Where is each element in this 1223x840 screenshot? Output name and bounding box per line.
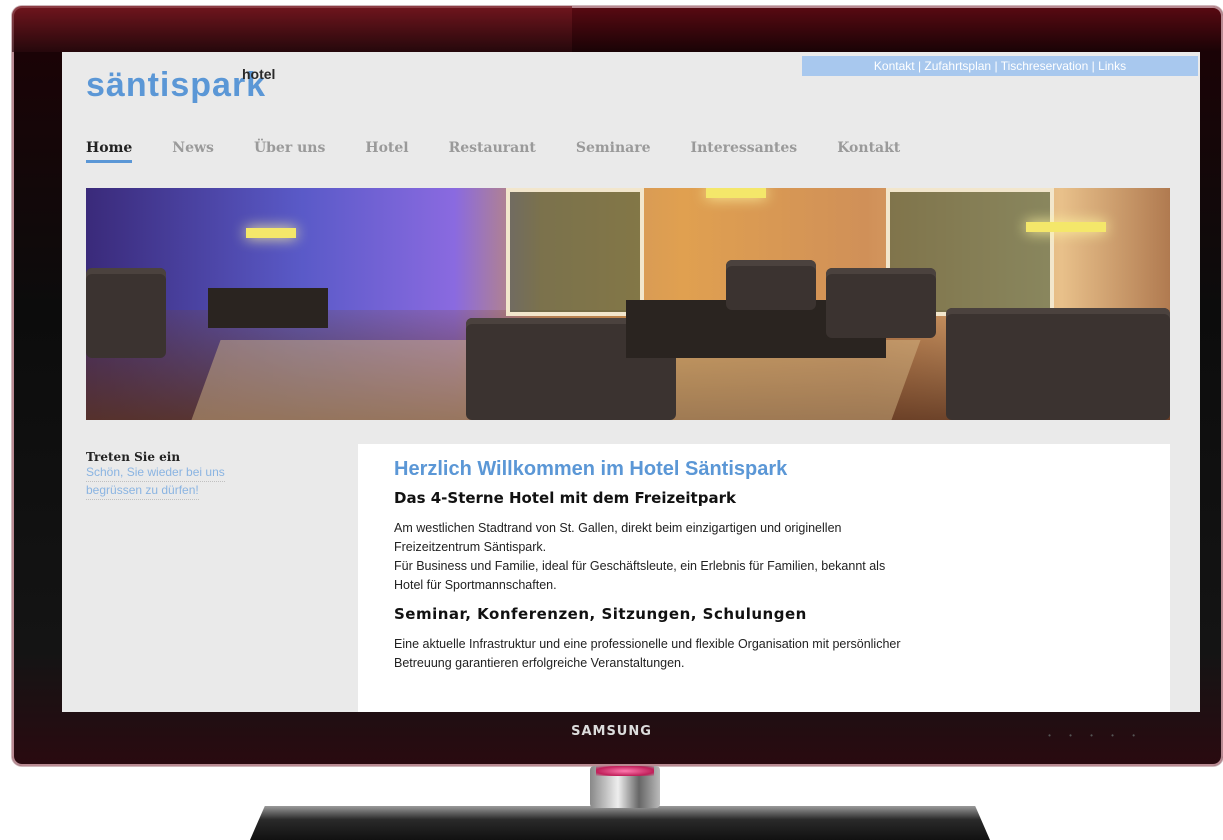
toplink-tischreservation[interactable]: Tischreservation bbox=[1001, 59, 1089, 73]
main-nav: Home News Über uns Hotel Restaurant Semi… bbox=[86, 140, 940, 163]
tv-stand-glow bbox=[596, 766, 654, 776]
hero-lamp bbox=[246, 228, 296, 238]
welcome-heading: Herzlich Willkommen im Hotel Säntispark bbox=[394, 458, 788, 480]
nav-item-seminare[interactable]: Seminare bbox=[576, 140, 651, 163]
intro-line: Freizeitzentrum Säntispark. bbox=[394, 540, 547, 554]
hero-lobby-image bbox=[86, 188, 1170, 420]
hero-table bbox=[208, 288, 328, 328]
logo-text: säntispark bbox=[86, 66, 267, 104]
toplink-links[interactable]: Links bbox=[1098, 59, 1126, 73]
seminar-line: Betreuung garantieren erfolgreiche Veran… bbox=[394, 656, 685, 670]
intro-line: Am westlichen Stadtrand von St. Gallen, … bbox=[394, 521, 842, 535]
toplink-separator: | bbox=[914, 59, 925, 73]
nav-item-interessantes[interactable]: Interessantes bbox=[691, 140, 798, 163]
sidebar-welcome: Treten Sie ein Schön, Sie wieder bei uns… bbox=[86, 450, 306, 500]
hero-armchair bbox=[86, 268, 166, 358]
toplink-zufahrtsplan[interactable]: Zufahrtsplan bbox=[924, 59, 991, 73]
toplink-separator: | bbox=[991, 59, 1001, 73]
sidebar-text-line2[interactable]: begrüssen zu dürfen! bbox=[86, 482, 199, 500]
logo[interactable]: säntispark bbox=[86, 66, 266, 105]
nav-item-home[interactable]: Home bbox=[86, 140, 133, 163]
hero-armchair bbox=[946, 308, 1170, 420]
sidebar-text-line1[interactable]: Schön, Sie wieder bei uns bbox=[86, 464, 225, 482]
browser-screen: säntispark hotel Kontakt | Zufahrtsplan … bbox=[62, 52, 1200, 712]
tv-indicator-lights: • • • • • bbox=[1048, 731, 1143, 740]
top-links-bar: Kontakt | Zufahrtsplan | Tischreservatio… bbox=[802, 56, 1198, 76]
main-content: Herzlich Willkommen im Hotel Säntispark … bbox=[358, 444, 1170, 712]
tv-frame: säntispark hotel Kontakt | Zufahrtsplan … bbox=[12, 6, 1223, 766]
toplink-kontakt[interactable]: Kontakt bbox=[874, 59, 915, 73]
tv-brand-label: SAMSUNG bbox=[571, 724, 652, 739]
toplink-separator: | bbox=[1088, 59, 1099, 73]
nav-item-hotel[interactable]: Hotel bbox=[365, 140, 408, 163]
intro-line: Hotel für Sportmannschaften. bbox=[394, 578, 557, 592]
hero-window bbox=[506, 188, 644, 316]
seminar-paragraph: Eine aktuelle Infrastruktur und eine pro… bbox=[394, 635, 1134, 673]
tv-stand-base bbox=[250, 806, 990, 840]
hero-lamp bbox=[706, 188, 766, 198]
nav-item-restaurant[interactable]: Restaurant bbox=[449, 140, 536, 163]
hero-lamp bbox=[1026, 222, 1106, 232]
subheading-seminar: Seminar, Konferenzen, Sitzungen, Schulun… bbox=[394, 605, 807, 623]
sidebar-title: Treten Sie ein bbox=[86, 450, 181, 464]
nav-item-kontakt[interactable]: Kontakt bbox=[837, 140, 900, 163]
nav-item-ueber-uns[interactable]: Über uns bbox=[254, 140, 325, 163]
nav-item-news[interactable]: News bbox=[172, 140, 214, 163]
intro-line: Für Business und Familie, ideal für Gesc… bbox=[394, 559, 886, 573]
hero-armchair bbox=[826, 268, 936, 338]
logo-hotel-label: hotel bbox=[242, 66, 276, 82]
subheading-hotel: Das 4-Sterne Hotel mit dem Freizeitpark bbox=[394, 489, 736, 507]
hero-armchair bbox=[726, 260, 816, 310]
intro-paragraph: Am westlichen Stadtrand von St. Gallen, … bbox=[394, 519, 1134, 595]
seminar-line: Eine aktuelle Infrastruktur und eine pro… bbox=[394, 637, 901, 651]
